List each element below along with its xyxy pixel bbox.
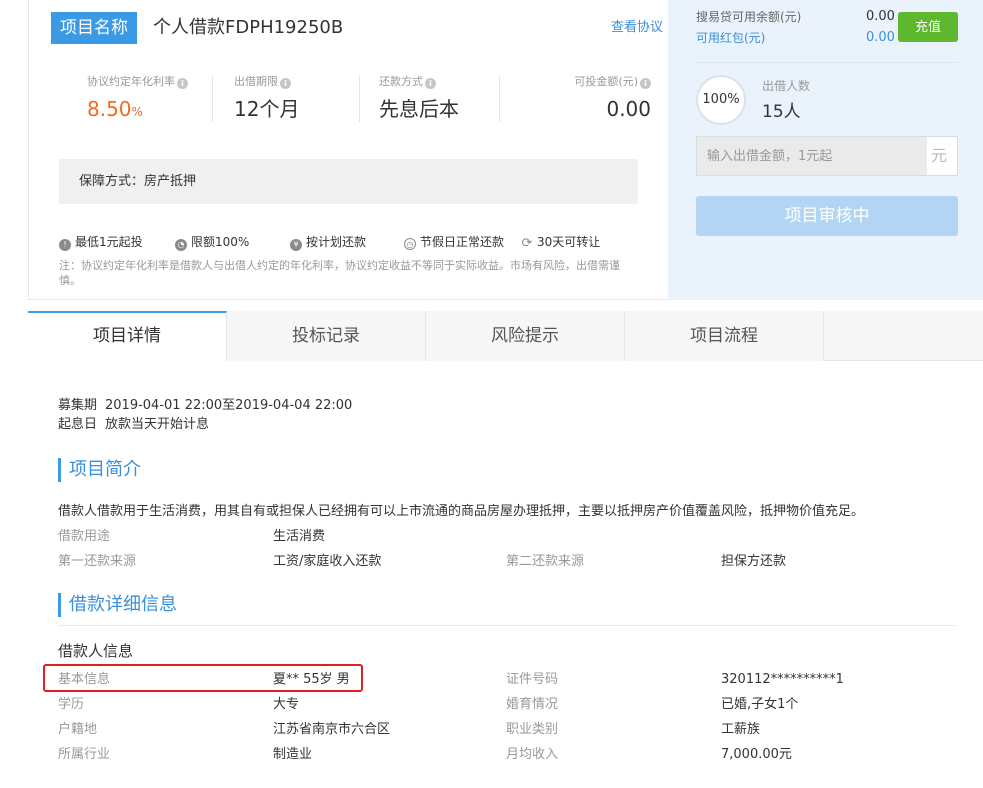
detail-value: 大专	[273, 697, 300, 712]
detail-label: 基本信息	[58, 672, 111, 687]
page: 项目名称 个人借款FDPH19250B 查看协议 协议约定年化利率 i 8.50%…	[0, 0, 983, 788]
detail-value: 夏** 55岁 男	[273, 672, 350, 687]
project-description: 借款人借款用于生活消费，用其自有或担保人已经拥有可以上市流通的商品房屋办理抵押，…	[58, 504, 865, 519]
detail-value: 江苏省南京市六合区	[273, 722, 391, 737]
detail-label: 月均收入	[506, 747, 559, 762]
stat-unit: %	[131, 105, 143, 119]
divider	[696, 62, 958, 63]
feature-label: 节假日正常还款	[420, 235, 505, 249]
feature-item: ! 最低1元起投	[59, 233, 143, 251]
view-agreement-link[interactable]: 查看协议	[611, 18, 663, 38]
section-title-intro: 项目简介	[58, 458, 141, 482]
tab-project-details[interactable]: 项目详情	[28, 311, 227, 361]
interest-start-label: 起息日	[58, 417, 98, 432]
stat-label: 可投金额(元)	[574, 75, 638, 88]
recharge-button[interactable]: 充值	[898, 12, 958, 42]
balance-label: 搜易贷可用余额(元)	[696, 10, 802, 24]
detail-label: 借款用途	[58, 529, 111, 544]
detail-value: 7,000.00元	[721, 747, 792, 762]
redpacket-label[interactable]: 可用红包(元)	[696, 29, 765, 47]
stat-label: 出借期限	[234, 75, 278, 88]
amount-unit: 元	[930, 146, 947, 165]
divider	[359, 76, 360, 122]
investors-label: 出借人数	[762, 79, 811, 93]
tab-bid-records[interactable]: 投标记录	[227, 311, 426, 361]
feature-label: 限额100%	[191, 235, 250, 249]
project-status-button[interactable]: 项目审核中	[696, 196, 958, 236]
feature-label: 按计划还款	[306, 235, 367, 249]
investors-value: 15人	[762, 102, 801, 122]
feature-item: ◔ 限额100%	[175, 233, 249, 251]
raise-period-label: 募集期	[58, 398, 98, 413]
detail-label: 所属行业	[58, 747, 111, 762]
info-icon[interactable]: i	[640, 78, 651, 89]
stat-term: 出借期限 i 12个月	[234, 74, 299, 124]
feature-item: ⟳ 30天可转让	[521, 233, 601, 251]
redpacket-value: 0.00	[866, 30, 895, 45]
detail-value: 工资/家庭收入还款	[273, 554, 382, 569]
detail-value: 制造业	[273, 747, 313, 762]
raise-period-value: 2019-04-01 22:00至2019-04-04 22:00	[105, 398, 353, 413]
refresh-icon: ⟳	[521, 236, 533, 251]
progress-circle: 100%	[696, 75, 746, 125]
feature-item: ¥ 按计划还款	[290, 233, 366, 251]
divider	[58, 625, 956, 626]
risk-note: 注：协议约定年化利率是借款人与出借人约定的年化利率，协议约定收益不等同于实际收益…	[59, 259, 620, 287]
stat-annual-rate: 协议约定年化利率 i 8.50%	[87, 74, 188, 124]
stat-value: 8.50	[87, 97, 132, 121]
interest-start: 起息日 放款当天开始计息	[58, 416, 209, 434]
stat-available: 可投金额(元) i 0.00	[574, 74, 651, 124]
stat-value: 先息后本	[379, 97, 459, 121]
detail-value: 已婚,子女1个	[721, 697, 799, 712]
info-icon: !	[59, 239, 71, 251]
project-name: 个人借款FDPH19250B	[153, 17, 344, 38]
amount-input[interactable]	[697, 137, 927, 175]
project-name-tag: 项目名称	[51, 12, 137, 44]
detail-tabs: 项目详情 投标记录 风险提示 项目流程	[28, 311, 983, 361]
tab-project-process[interactable]: 项目流程	[625, 311, 824, 361]
stat-value: 12个月	[234, 97, 300, 121]
divider	[212, 76, 213, 122]
info-icon[interactable]: i	[425, 78, 436, 89]
tab-risk-warning[interactable]: 风险提示	[426, 311, 625, 361]
detail-value: 工薪族	[721, 722, 761, 737]
divider	[499, 76, 500, 122]
detail-label: 婚育情况	[506, 697, 559, 712]
balance-value: 0.00	[866, 9, 895, 24]
detail-label: 第二还款来源	[506, 554, 585, 569]
raise-period: 募集期 2019-04-01 22:00至2019-04-04 22:00	[58, 397, 352, 415]
feature-label: 30天可转让	[537, 235, 601, 249]
info-icon[interactable]: i	[280, 78, 291, 89]
detail-label: 学历	[58, 697, 85, 712]
interest-start-value: 放款当天开始计息	[105, 417, 210, 432]
guarantee-method: 保障方式：房产抵押	[59, 159, 638, 204]
stat-label: 协议约定年化利率	[87, 75, 175, 88]
yen-icon: ¥	[290, 239, 302, 251]
section-title-loan-detail: 借款详细信息	[58, 593, 177, 617]
info-icon[interactable]: i	[177, 78, 188, 89]
detail-value: 320112**********1	[721, 672, 844, 687]
detail-value: 担保方还款	[721, 554, 787, 569]
clock-icon: ◷	[404, 238, 416, 250]
feature-item: ◷ 节假日正常还款	[404, 233, 504, 251]
detail-label: 职业类别	[506, 722, 559, 737]
feature-label: 最低1元起投	[75, 235, 143, 249]
stat-value: 0.00	[606, 97, 651, 121]
stat-repayment: 还款方式 i 先息后本	[379, 74, 459, 124]
detail-label: 证件号码	[506, 672, 559, 687]
detail-label: 第一还款来源	[58, 554, 137, 569]
detail-label: 户籍地	[58, 722, 98, 737]
invest-panel: 搜易贷可用余额(元) 0.00 可用红包(元) 0.00 充值 100% 出借人…	[668, 0, 983, 300]
project-stats: 协议约定年化利率 i 8.50% 出借期限 i 12个月 还款方式 i 先息后本 可投…	[87, 74, 667, 124]
stat-label: 还款方式	[379, 75, 423, 88]
borrower-info-title: 借款人信息	[58, 642, 134, 660]
amount-field: 元	[696, 136, 958, 176]
pie-icon: ◔	[175, 239, 187, 251]
project-info-card: 项目名称 个人借款FDPH19250B 查看协议 协议约定年化利率 i 8.50%…	[28, 0, 668, 300]
detail-value: 生活消费	[273, 529, 326, 544]
